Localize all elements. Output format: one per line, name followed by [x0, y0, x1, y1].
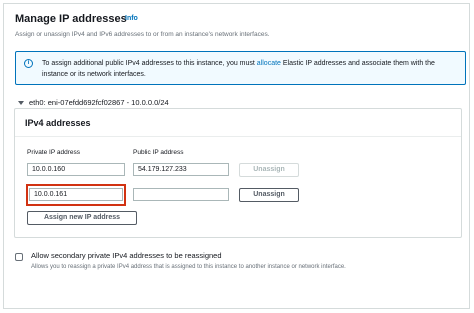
reassign-checkbox[interactable]	[15, 253, 23, 261]
page-description: Assign or unassign IPv4 and IPv6 address…	[15, 31, 270, 38]
info-link[interactable]: Info	[125, 15, 138, 22]
caret-down-icon	[18, 101, 24, 106]
info-circle-icon: i	[24, 59, 33, 68]
unassign-button[interactable]: Unassign	[239, 163, 299, 177]
network-interface-label: eth0: eni-07efdd692fcf02867 - 10.0.0.0/2…	[29, 98, 169, 107]
unassign-button[interactable]: Unassign	[239, 188, 299, 202]
public-ip-field: 54.179.127.233	[133, 163, 229, 176]
private-ip-label: Private IP address	[27, 149, 80, 156]
info-alert-text: To assign additional public IPv4 address…	[42, 58, 452, 80]
page-title: Manage IP addresses	[15, 13, 127, 25]
reassign-description: Allows you to reassign a private IPv4 ad…	[31, 264, 346, 270]
info-alert: i To assign additional public IPv4 addre…	[15, 51, 466, 85]
info-alert-text-before: To assign additional public IPv4 address…	[42, 60, 257, 67]
ipv4-section-title: IPv4 addresses	[25, 118, 91, 128]
reassign-checkbox-label[interactable]: Allow secondary private IPv4 addresses t…	[31, 251, 222, 260]
highlight-annotation	[26, 184, 126, 206]
public-ip-label: Public IP address	[133, 149, 184, 156]
public-ip-field	[133, 188, 229, 201]
network-interface-toggle[interactable]: eth0: eni-07efdd692fcf02867 - 10.0.0.0/2…	[18, 98, 169, 107]
assign-new-ip-button[interactable]: Assign new IP address	[27, 211, 137, 225]
ipv4-section-header: IPv4 addresses	[15, 109, 461, 137]
private-ip-input[interactable]: 10.0.0.160	[27, 163, 125, 176]
allocate-link[interactable]: allocate	[257, 60, 281, 67]
